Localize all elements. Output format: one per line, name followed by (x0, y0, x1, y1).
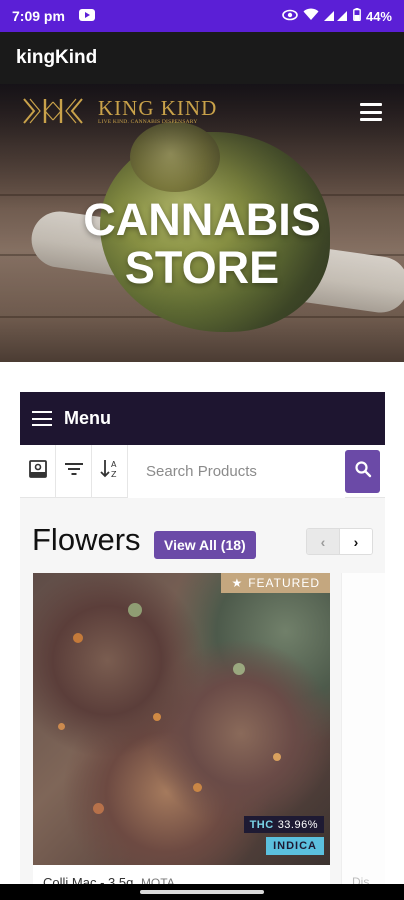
strain-type-badge: INDICA (266, 837, 324, 855)
battery-percent: 44% (365, 8, 392, 24)
carousel-pager: ‹ › (306, 528, 373, 555)
signal-icon (323, 9, 348, 24)
menu-hamburger-icon (32, 411, 52, 426)
product-toolbar: AZ (20, 444, 385, 498)
system-nav-bar (0, 884, 404, 900)
featured-badge: ★ FEATURED (221, 573, 330, 593)
hero-banner: KING KIND LIVE KIND. CANNABIS DISPENSARY… (0, 84, 404, 362)
site-menu-button[interactable] (360, 103, 382, 121)
svg-text:A: A (111, 460, 117, 469)
search-input[interactable] (128, 444, 345, 498)
store-icon (28, 459, 48, 484)
home-gesture-handle[interactable] (140, 890, 264, 894)
eye-icon (282, 9, 298, 24)
section-title: Flowers (32, 522, 141, 557)
hamburger-icon-bar (360, 103, 382, 106)
carousel-prev-button[interactable]: ‹ (307, 529, 339, 554)
store-info-button[interactable] (20, 444, 56, 498)
app-bar: kingKind (0, 32, 404, 84)
wifi-icon (303, 8, 319, 24)
view-all-button[interactable]: View All (18) (154, 531, 256, 559)
hamburger-icon-bar (360, 110, 382, 114)
featured-label: FEATURED (248, 576, 320, 590)
thc-badge: THC 33.96% (243, 816, 324, 833)
product-card[interactable]: ★ FEATURED THC 33.96% INDICA Colli Mac -… (33, 573, 330, 900)
brand-name: KING KIND (98, 96, 218, 120)
search-icon (354, 460, 372, 483)
store-menu-bar[interactable]: Menu (20, 392, 385, 445)
menu-label: Menu (64, 408, 111, 428)
app-title: kingKind (16, 47, 98, 68)
filter-icon (64, 462, 83, 481)
hamburger-icon-bar (360, 118, 382, 121)
hero-title-line1: CANNABIS (83, 194, 321, 245)
search-button[interactable] (345, 449, 380, 493)
thc-value: 33.96% (277, 818, 318, 831)
carousel-next-button[interactable]: › (339, 529, 372, 554)
brand-logo[interactable]: KING KIND LIVE KIND. CANNABIS DISPENSARY (20, 96, 217, 126)
status-time: 7:09 pm (12, 8, 65, 24)
svg-text:Z: Z (111, 470, 117, 479)
hero-title-line2: STORE (124, 242, 280, 293)
product-card-next[interactable]: Dis (341, 573, 385, 900)
star-icon: ★ (231, 576, 244, 590)
sort-button[interactable]: AZ (92, 444, 128, 498)
king-kind-logo-icon (20, 96, 86, 126)
sort-az-icon: AZ (99, 458, 121, 485)
battery-icon (353, 8, 361, 24)
youtube-icon (78, 8, 95, 24)
filter-button[interactable] (56, 444, 92, 498)
thc-label: THC (249, 818, 274, 831)
status-bar: 7:09 pm 44% (0, 0, 404, 32)
